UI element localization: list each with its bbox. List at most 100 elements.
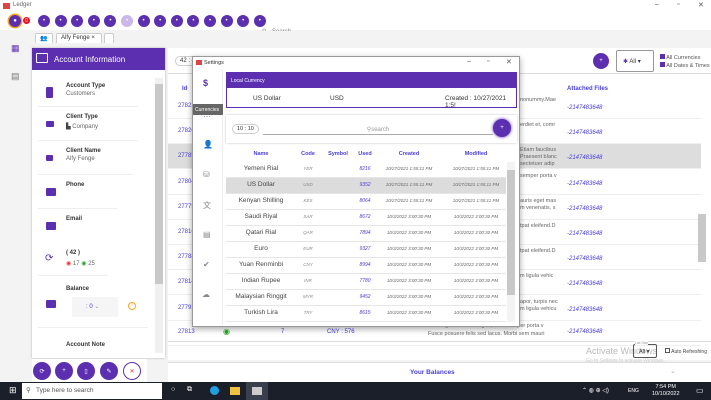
row-attached-files: -2147483648 — [567, 155, 603, 162]
tab-alfy-fenge[interactable]: Alfy Fenge × — [56, 33, 102, 43]
toolbar-cloud-button[interactable]: • — [71, 15, 84, 27]
toolbar-link-button[interactable]: • — [87, 15, 100, 27]
toolbar-gear-button[interactable]: • — [237, 15, 250, 27]
file-explorer-icon[interactable] — [230, 387, 240, 395]
edit-user-button[interactable]: ✎ — [100, 362, 118, 380]
ledger-taskbar-button[interactable] — [246, 382, 268, 400]
all-dates-checkbox[interactable]: All Dates & Times — [660, 62, 710, 70]
currency-row[interactable]: Kenyan Shilling KES 8064 10/27/2021 1:55:11… — [226, 194, 506, 210]
row-attached-files: -2147483648 — [567, 130, 603, 137]
column-header-created[interactable]: Created — [375, 151, 443, 157]
minimize-button[interactable]: – — [655, 1, 659, 8]
currency-row[interactable]: Indian Rupee INR 7780 10/3/2022 3:00:30 PM 1… — [226, 274, 506, 290]
system-tray-icons[interactable]: ⌃ ◍ ⊕ ◁) — [582, 387, 609, 394]
add-button[interactable]: + — [55, 362, 73, 380]
currency-row[interactable]: Yuan Renminbi CNY 8994 10/3/2022 3:00:30 PM… — [226, 258, 506, 274]
add-record-button[interactable]: + — [593, 53, 609, 69]
toolbar-cloud-upload-button[interactable]: • — [187, 15, 200, 27]
table-scrollbar[interactable] — [698, 92, 706, 332]
clipboard-button[interactable]: ▯ — [77, 362, 95, 380]
dialog-maximize-button[interactable]: ▫ — [487, 58, 489, 65]
filter-checkboxes: All Currencies All Dates & Times — [660, 54, 710, 70]
notification-badge[interactable]: 0 — [23, 17, 30, 24]
notifications-icon[interactable]: ▭ — [696, 386, 704, 395]
task-view-icon[interactable]: ⧉ — [187, 386, 192, 394]
currency-row[interactable]: Turkish Lira TRY 8615 10/3/2022 3:00:30 PM 1… — [226, 306, 506, 322]
language-indicator[interactable]: ENG — [628, 388, 639, 394]
currencies-scrollbar[interactable] — [507, 162, 515, 322]
maximize-button[interactable]: ▫ — [677, 1, 679, 8]
new-tab-button[interactable] — [104, 33, 114, 43]
auto-refresh-checkbox[interactable]: Auto Refreshing — [665, 348, 707, 355]
clock[interactable]: 7:54 PM 10/10/2022 — [652, 384, 680, 398]
all-currencies-checkbox[interactable]: All Currencies — [660, 54, 710, 62]
toolbar-delete-button[interactable]: • — [220, 15, 233, 27]
client-type-text: Company — [72, 124, 98, 130]
settings-dialog: Settings – ▫ ✕ $ ⋯ 👤 ⛁ 文 ▤ ✔ ☁ Currencie… — [192, 56, 520, 327]
currency-row[interactable]: US Dollar USD 9352 10/27/2021 1:55:11 PM 10/… — [226, 178, 506, 194]
refresh-button[interactable]: ⟳ — [33, 362, 51, 380]
column-header-attached-files[interactable]: Attached Files — [567, 86, 608, 92]
taskbar-search-input[interactable]: ⚲ Type here to search — [22, 383, 162, 399]
nav-report-icon[interactable]: ▤ — [203, 230, 211, 239]
filter-dropdown[interactable]: ✱ All ▾ — [616, 50, 654, 72]
edge-icon[interactable] — [210, 386, 219, 395]
currency-row[interactable]: Euro EUR 9327 10/3/2022 3:00:30 PM 10/3/2022… — [226, 242, 506, 258]
panel-scrollbar[interactable] — [155, 78, 163, 353]
list-size-select[interactable]: List Size All ▾ — [633, 341, 657, 358]
toolbar-disabled-button: • — [121, 15, 133, 27]
currency-search-input[interactable]: ⚲search — [263, 123, 493, 135]
all-dates-label: All Dates & Times — [666, 63, 710, 69]
nav-cloud-icon[interactable]: ☁ — [202, 290, 210, 299]
column-header-modified[interactable]: Modified — [444, 151, 508, 157]
toolbar-settings-button[interactable]: • — [154, 15, 167, 27]
toolbar-home-button[interactable]: • — [38, 15, 50, 27]
windows-start-icon[interactable]: ⊞ — [9, 385, 17, 396]
toolbar-money-button[interactable]: • — [204, 15, 216, 27]
tab-home[interactable]: 👥 — [35, 33, 53, 43]
toolbar-list-button[interactable]: • — [104, 15, 117, 27]
toolbar-document-button[interactable]: • — [54, 15, 67, 27]
tab-close-button[interactable]: × — [91, 35, 95, 41]
add-currency-button[interactable]: + — [493, 119, 511, 137]
currency-row[interactable]: Qatari Rial QAR 7894 10/3/2022 3:00:30 PM 10… — [226, 226, 506, 242]
count-breakdown: ◉ 17 ◉ 25 — [66, 260, 95, 267]
column-header-used[interactable]: Used — [356, 151, 374, 157]
row-description: semper porta v — [520, 172, 557, 179]
contact-card-icon — [46, 222, 56, 230]
nav-database-icon[interactable]: ⛁ — [203, 170, 210, 179]
toolbar-card-button[interactable]: • — [137, 15, 150, 27]
nav-language-icon[interactable]: 文 — [203, 200, 211, 211]
nav-user-settings-icon[interactable]: 👤 — [203, 140, 213, 149]
row-description: m ligula vehic — [520, 273, 554, 280]
column-header-id[interactable]: Id — [182, 86, 187, 92]
dialog-close-button[interactable]: ✕ — [506, 58, 512, 66]
cancel-button[interactable]: ✕ — [123, 362, 141, 380]
currency-row[interactable]: Malaysian Ringgit MYR 9452 10/3/2022 3:00:3… — [226, 290, 506, 306]
currency-row[interactable]: Saudi Riyal SAR 8672 10/3/2022 3:00:30 PM 10… — [226, 210, 506, 226]
search-document-icon[interactable]: ▤ — [11, 71, 20, 82]
currency-code: QAR — [303, 230, 313, 235]
currency-created: 10/3/2022 3:00:30 PM — [386, 262, 432, 267]
balance-select[interactable]: : 0 ⌄ — [72, 297, 118, 317]
list-size-label: List Size — [635, 341, 649, 345]
dialog-minimize-button[interactable]: – — [467, 58, 471, 65]
toolbar-copy-button[interactable]: • — [170, 15, 183, 27]
column-header-symbol[interactable]: Symbol — [321, 151, 355, 157]
home-button[interactable]: ● — [9, 15, 21, 27]
row-description: tpat eleifend.D — [520, 248, 556, 255]
currency-search-placeholder: search — [371, 127, 390, 133]
nav-currencies-icon[interactable]: $ — [203, 78, 208, 88]
currency-row[interactable]: Yemeni Rial YER 8216 10/27/2021 1:55:11 PM 1… — [226, 162, 506, 178]
currency-created: 10/3/2022 3:00:30 PM — [386, 230, 432, 235]
ledger-grid-icon[interactable]: ▦ — [11, 43, 20, 54]
sync-icon: ⟳ — [45, 253, 54, 264]
close-button[interactable]: ✕ — [698, 1, 704, 9]
column-header-name[interactable]: Name — [226, 151, 296, 157]
row-attached-files: -2147483648 — [567, 329, 603, 335]
your-balances-bar[interactable]: Your Balances ⌄ — [168, 362, 711, 382]
cortana-icon[interactable]: ○ — [171, 386, 175, 393]
column-header-code[interactable]: Code — [296, 151, 320, 157]
currency-used: 9327 — [359, 246, 371, 252]
nav-cleanup-icon[interactable]: ✔ — [203, 260, 210, 269]
